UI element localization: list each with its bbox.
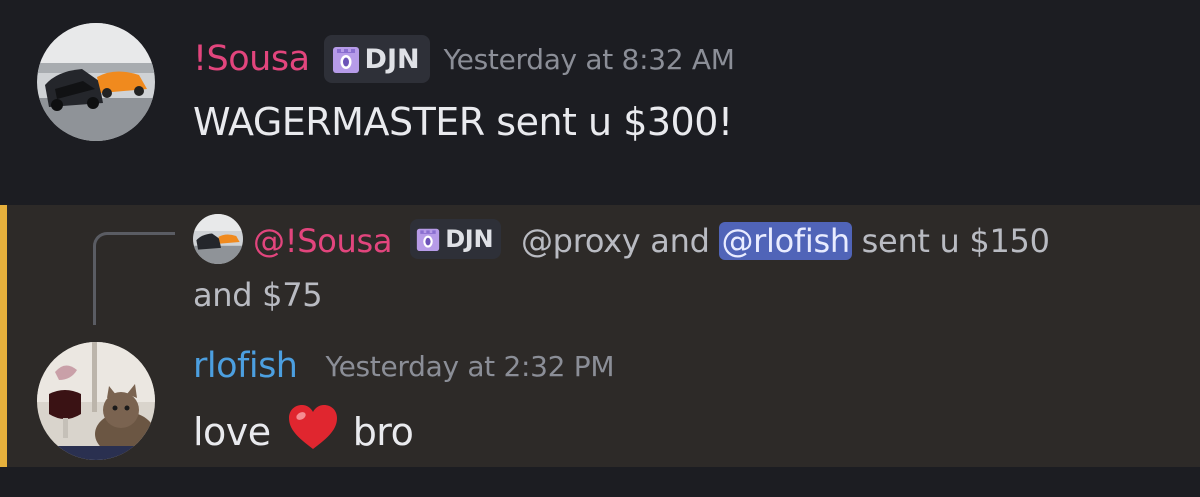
timestamp: Yesterday at 2:32 PM [325,349,615,383]
message-rlofish-highlighted: @!Sousa DJN @proxy and @rlofish sent u $1… [0,205,1200,467]
guild-tag-label: DJN [364,43,420,75]
message-header: !Sousa DJN Yesterday at 8:32 AM [193,34,735,84]
guild-tag[interactable]: DJN [323,35,430,83]
red-heart-icon[interactable] [287,403,339,460]
reply-text-start: @proxy and [520,222,720,260]
mention-highlight-bar [0,205,7,467]
author-name[interactable]: !Sousa [193,39,310,79]
reply-guild-tag[interactable]: DJN [410,219,502,259]
reply-connector-line [93,232,175,325]
message-text-start: love [193,409,271,454]
user-mention[interactable]: @rlofish [719,222,852,260]
castle-icon [332,47,359,73]
message-header: rlofish Yesterday at 2:32 PM [193,341,614,391]
bottom-background [0,467,1200,497]
reply-preview[interactable]: @!Sousa DJN @proxy and @rlofish sent u $1… [193,214,1183,322]
sousa-avatar[interactable] [37,23,155,141]
reply-text-end: sent u $150 [851,222,1050,260]
message-content: love bro [193,403,414,460]
red-heart-emoji [288,405,337,449]
cat-avatar-icon [37,342,155,460]
cars-avatar-icon [37,23,155,141]
message-sousa: !Sousa DJN Yesterday at 8:32 AM WAGERMAS… [0,0,1200,205]
reply-guild-tag-label: DJN [445,225,494,253]
message-content: WAGERMASTER sent u $300! [193,100,733,144]
timestamp: Yesterday at 8:32 AM [443,42,735,76]
castle-icon [417,228,440,251]
reply-author-name[interactable]: @!Sousa [253,222,392,260]
message-text-end: bro [352,409,414,454]
reply-text-line2: and $75 [193,276,323,314]
rlofish-avatar[interactable] [37,342,155,460]
author-name[interactable]: rlofish [193,346,298,386]
